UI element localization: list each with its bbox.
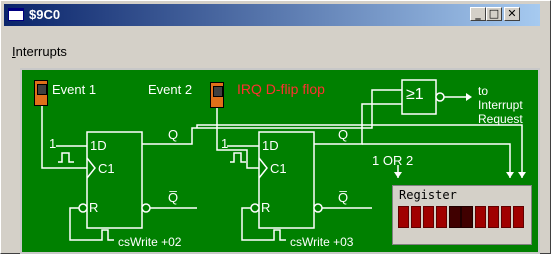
- ff-left-one: 1: [49, 136, 57, 151]
- circuit-panel: Event 1 Event 2 IRQ D-flip flop 1 1D C1 …: [20, 68, 540, 254]
- window-title: $9C0: [29, 7, 61, 22]
- menu-interrupts[interactable]: Interrupts: [12, 44, 67, 59]
- minimize-button[interactable]: _: [470, 7, 486, 21]
- ff-left-r: R: [89, 200, 99, 215]
- ff-left-c: C1: [98, 161, 115, 176]
- event1-label: Event 1: [52, 82, 97, 97]
- ff-right-c: C1: [270, 161, 287, 176]
- or-label: 1 OR 2: [372, 153, 414, 168]
- ff-left-qbar: Q̅: [168, 190, 179, 205]
- output-label-to: to: [478, 84, 489, 98]
- ff-right-q: Q: [338, 127, 349, 142]
- cswrite-right-label: csWrite +03: [290, 235, 354, 249]
- or-gate-symbol: ≥1: [406, 86, 424, 103]
- cswrite-left-label: csWrite +02: [118, 235, 182, 249]
- register-bit: [448, 206, 461, 228]
- ff-left-q: Q: [168, 127, 179, 142]
- close-button[interactable]: ✕: [504, 7, 520, 21]
- ff-left-d: 1D: [90, 138, 107, 153]
- ff-right-d: 1D: [262, 138, 279, 153]
- register-bit: [500, 206, 512, 228]
- register-label: Register: [399, 188, 457, 202]
- title-bar[interactable]: $9C0 _ □ ✕: [4, 4, 540, 26]
- register-bit: [436, 206, 447, 228]
- register-bit: [487, 206, 499, 228]
- register-bit: [513, 206, 524, 228]
- event2-label: Event 2: [148, 82, 193, 97]
- app-window: $9C0 _ □ ✕ Interrupts Event 1 Event 2 IR…: [0, 0, 551, 254]
- ff-right-one: 1: [221, 136, 229, 151]
- register-bit: [410, 206, 422, 228]
- menu-interrupts-rest: nterrupts: [15, 44, 67, 59]
- ff-right-qbar: Q̅: [338, 190, 349, 205]
- register-bit: [475, 206, 486, 228]
- register-display: Register: [392, 185, 532, 245]
- register-bit: [398, 206, 409, 228]
- window-icon: [8, 8, 24, 21]
- output-label-request: Request: [478, 112, 523, 126]
- event2-switch-knob: [213, 86, 223, 97]
- register-bits: [398, 206, 526, 230]
- event2-switch[interactable]: [210, 82, 224, 108]
- maximize-button[interactable]: □: [486, 7, 502, 21]
- output-label-interrupt: Interrupt: [478, 98, 523, 112]
- register-bit: [460, 206, 474, 228]
- irq-title-label: IRQ D-flip flop: [237, 81, 325, 97]
- event1-switch-knob: [37, 84, 47, 95]
- ff-right-r: R: [261, 200, 271, 215]
- register-bit: [423, 206, 435, 228]
- event1-switch[interactable]: [34, 80, 48, 106]
